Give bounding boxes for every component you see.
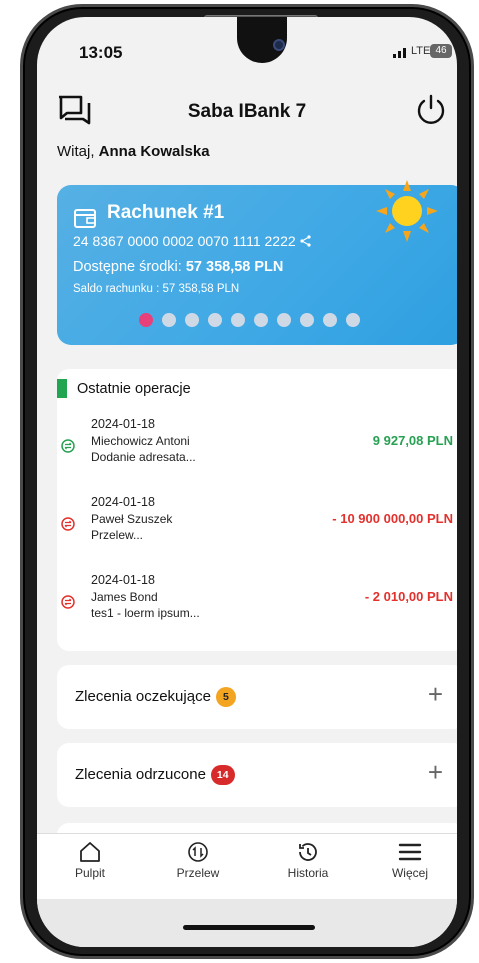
carousel-dot[interactable] (346, 313, 360, 327)
carousel-dot[interactable] (277, 313, 291, 327)
home-icon (80, 842, 100, 862)
operation-desc: Przelew... (91, 528, 144, 542)
carousel-dot[interactable] (323, 313, 337, 327)
transfer-icon (188, 842, 208, 862)
available-label: Dostępne środki: (73, 259, 186, 275)
carousel-dots[interactable] (139, 313, 360, 327)
carousel-dot[interactable] (254, 313, 268, 327)
nav-transfer-label: Przelew (176, 866, 220, 880)
rejected-orders-row[interactable]: Zlecenia odrzucone 14 + (57, 743, 457, 807)
wallet-icon (73, 207, 97, 234)
power-icon[interactable] (414, 93, 448, 132)
recent-operations-panel: Ostatnie operacje 2024-01-18 Miechowicz … (57, 369, 457, 651)
app-title: Saba IBank 7 (187, 101, 307, 122)
transfer-out-icon (61, 517, 75, 531)
greeting-prefix: Witaj, (57, 143, 99, 160)
history-icon (299, 843, 317, 861)
available-funds: Dostępne środki: 57 358,58 PLN (73, 259, 283, 275)
operation-amount: 9 927,08 PLN (372, 433, 453, 448)
status-time: 13:05 (79, 43, 123, 62)
pending-orders-text: Zlecenia oczekujące (75, 687, 211, 705)
bottom-nav: Pulpit Przelew Historia Więcej (37, 833, 457, 899)
carousel-dot[interactable] (231, 313, 245, 327)
operation-amount: - 2 010,00 PLN (364, 589, 453, 604)
carousel-dot[interactable] (139, 313, 153, 327)
carousel-dot[interactable] (185, 313, 199, 327)
operation-row[interactable]: 2024-01-18 Miechowicz Antoni Dodanie adr… (57, 417, 457, 477)
signal-icon (393, 48, 406, 58)
carousel-dot[interactable] (300, 313, 314, 327)
operation-date: 2024-01-18 (91, 417, 155, 431)
account-iban: 24 8367 0000 0002 0070 1111 2222 (73, 233, 312, 250)
home-indicator[interactable] (183, 925, 315, 930)
operation-date: 2024-01-18 (91, 573, 155, 587)
nav-transfer[interactable]: Przelew (153, 840, 243, 880)
transfer-in-icon (61, 439, 75, 453)
app-header: Saba IBank 7 (37, 73, 457, 133)
network-type: LTE (411, 45, 431, 57)
available-value: 57 358,58 PLN (185, 259, 284, 275)
carousel-dot[interactable] (162, 313, 176, 327)
pending-count-badge: 5 (215, 687, 236, 707)
screen: 13:05 LTE 46 Saba IBank 7 Witaj, Anna Ko… (37, 17, 457, 947)
account-title: Rachunek #1 (107, 202, 225, 223)
sun-icon (375, 179, 439, 248)
carousel-dot[interactable] (208, 313, 222, 327)
nav-home-label: Pulpit (74, 866, 106, 880)
user-name: Anna Kowalska (98, 143, 210, 160)
operation-name: Miechowicz Antoni (91, 434, 190, 448)
operation-desc: Dodanie adresata... (91, 450, 196, 464)
operation-name: Paweł Szuszek (91, 512, 173, 526)
phone-frame: 13:05 LTE 46 Saba IBank 7 Witaj, Anna Ko… (20, 4, 474, 959)
menu-icon (398, 843, 422, 861)
nav-more-label: Więcej (391, 866, 428, 880)
battery-icon: 46 (430, 44, 452, 58)
nav-history-label: Historia (287, 866, 329, 880)
greeting: Witaj, Anna Kowalska (57, 143, 210, 160)
account-card[interactable]: Rachunek #1 24 8367 0000 0002 0070 1111 … (57, 180, 457, 345)
account-balance: Saldo rachunku : 57 358,58 PLN (73, 283, 240, 295)
camera-icon (273, 39, 285, 51)
recent-operations-title: Ostatnie operacje (77, 381, 191, 397)
nav-home[interactable]: Pulpit (45, 840, 135, 880)
rejected-count-badge: 14 (210, 765, 235, 785)
operation-amount: - 10 900 000,00 PLN (332, 511, 453, 526)
operation-row[interactable]: 2024-01-18 James Bond tes1 - loerm ipsum… (57, 573, 457, 633)
operation-name: James Bond (91, 590, 158, 604)
operation-row[interactable]: 2024-01-18 Paweł Szuszek Przelew... - 10… (57, 495, 457, 555)
gesture-area (37, 899, 457, 947)
pending-orders-row[interactable]: Zlecenia oczekujące 5 + (57, 665, 457, 729)
iban-number: 24 8367 0000 0002 0070 1111 2222 (73, 233, 296, 249)
expand-plus-icon[interactable]: + (428, 757, 443, 788)
section-marker (57, 379, 67, 398)
nav-history[interactable]: Historia (263, 840, 353, 880)
share-icon[interactable] (300, 234, 312, 250)
operation-desc: tes1 - loerm ipsum... (91, 606, 200, 620)
operation-date: 2024-01-18 (91, 495, 155, 509)
transfer-out-icon (61, 595, 75, 609)
nav-more[interactable]: Więcej (365, 840, 455, 880)
rejected-orders-text: Zlecenia odrzucone (75, 765, 206, 783)
expand-plus-icon[interactable]: + (428, 679, 443, 710)
pending-orders-label: Zlecenia oczekujące 5 (75, 687, 236, 707)
rejected-orders-label: Zlecenia odrzucone 14 (75, 765, 235, 785)
